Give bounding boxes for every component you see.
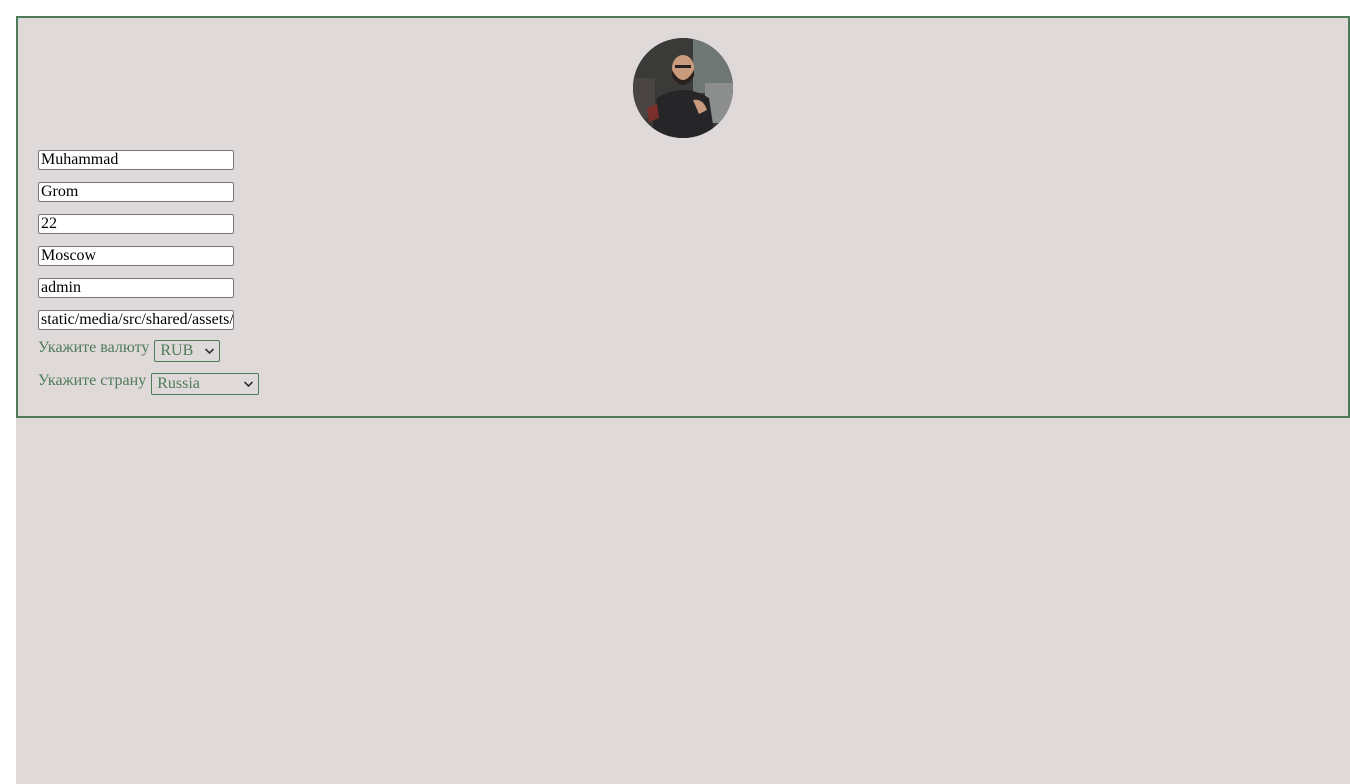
user-photo-icon [633, 38, 733, 138]
chevron-down-icon [244, 381, 254, 388]
currency-row: Укажите валюту RUB [38, 339, 221, 362]
country-select[interactable]: Russia [151, 373, 260, 395]
age-input[interactable]: 22 [38, 214, 234, 234]
currency-select[interactable]: RUB [154, 340, 221, 362]
currency-label: Укажите валюту [38, 339, 150, 356]
first-name-input[interactable]: Muhammad [38, 150, 234, 170]
country-label: Укажите страну [38, 372, 147, 389]
avatar [633, 38, 733, 138]
avatar-path-input[interactable]: static/media/src/shared/assets/ [38, 310, 234, 330]
currency-selected-value: RUB [160, 342, 194, 359]
last-name-input[interactable]: Grom [38, 182, 234, 202]
country-selected-value: Russia [157, 375, 200, 392]
country-row: Укажите страну Russia [38, 372, 260, 395]
profile-card: Muhammad Grom 22 Moscow admin static/med… [16, 16, 1350, 418]
city-input[interactable]: Moscow [38, 246, 234, 266]
chevron-down-icon [205, 348, 215, 355]
username-input[interactable]: admin [38, 278, 234, 298]
